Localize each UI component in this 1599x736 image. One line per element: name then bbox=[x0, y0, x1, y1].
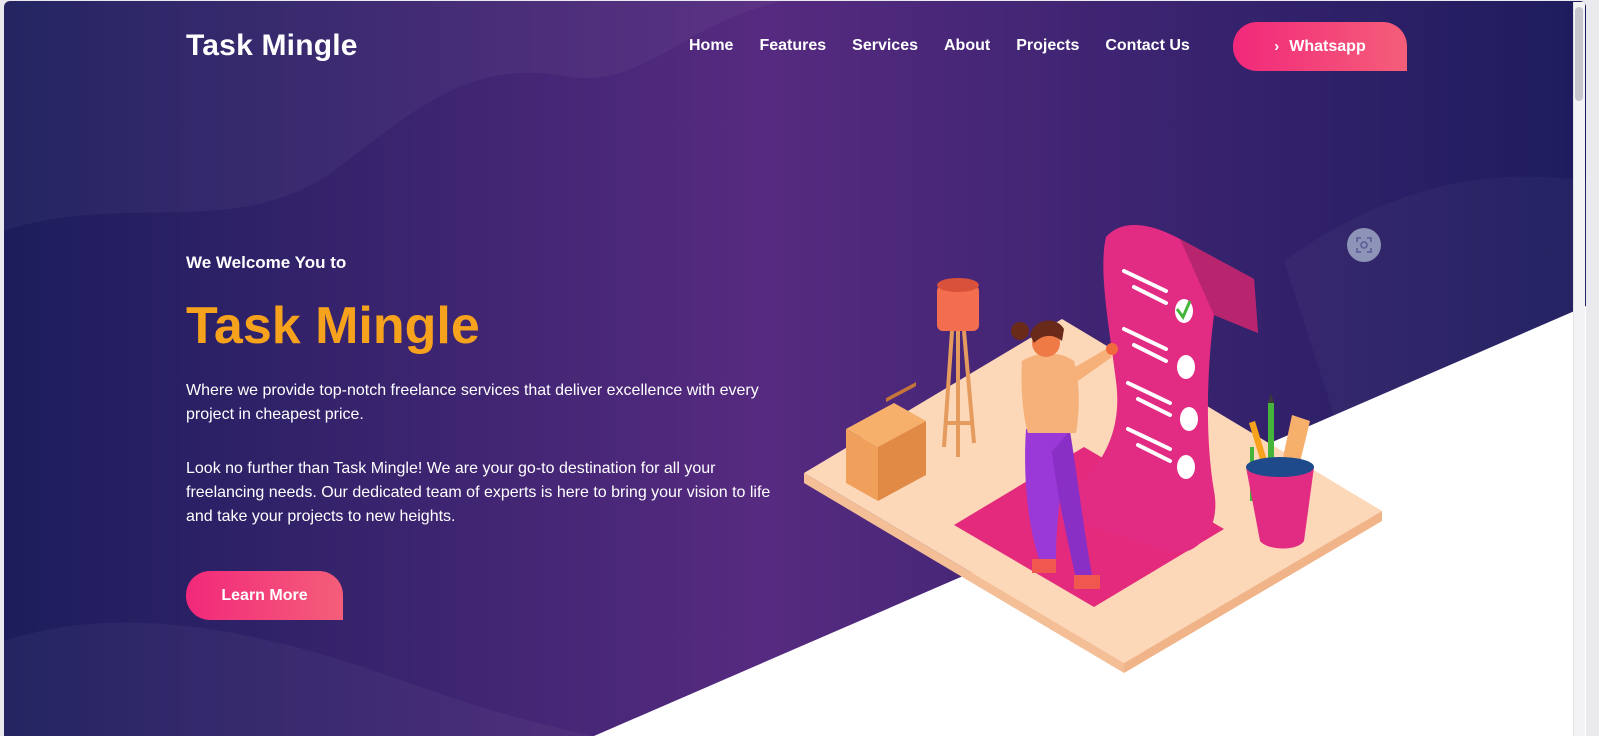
learn-more-button[interactable]: Learn More bbox=[186, 571, 343, 620]
hero-illustration bbox=[804, 224, 1382, 673]
whatsapp-button-label: Whatsapp bbox=[1289, 37, 1366, 55]
page: Task Mingle Home Features Services About… bbox=[4, 1, 1586, 736]
hero-paragraph-1: Where we provide top-notch freelance ser… bbox=[186, 382, 759, 423]
brand-logo[interactable]: Task Mingle bbox=[186, 29, 358, 63]
nav-item-contact-us[interactable]: Contact Us bbox=[1105, 37, 1189, 55]
nav-item-home[interactable]: Home bbox=[689, 37, 733, 55]
nav-item-services[interactable]: Services bbox=[852, 37, 918, 55]
main-nav: Home Features Services About Projects Co… bbox=[689, 37, 1216, 55]
chevron-right-icon: › bbox=[1274, 38, 1280, 55]
page-scrollbar-thumb[interactable] bbox=[1575, 7, 1583, 101]
nav-item-about[interactable]: About bbox=[944, 37, 990, 55]
nav-item-features[interactable]: Features bbox=[759, 37, 826, 55]
hero-title: Task Mingle bbox=[186, 297, 480, 355]
hero-paragraph-2: Look no further than Task Mingle! We are… bbox=[186, 460, 771, 525]
page-scrollbar[interactable] bbox=[1573, 2, 1585, 736]
hero-welcome: We Welcome You to bbox=[186, 253, 347, 272]
nav-item-projects[interactable]: Projects bbox=[1016, 37, 1079, 55]
whatsapp-button[interactable]: › Whatsapp bbox=[1233, 22, 1407, 71]
